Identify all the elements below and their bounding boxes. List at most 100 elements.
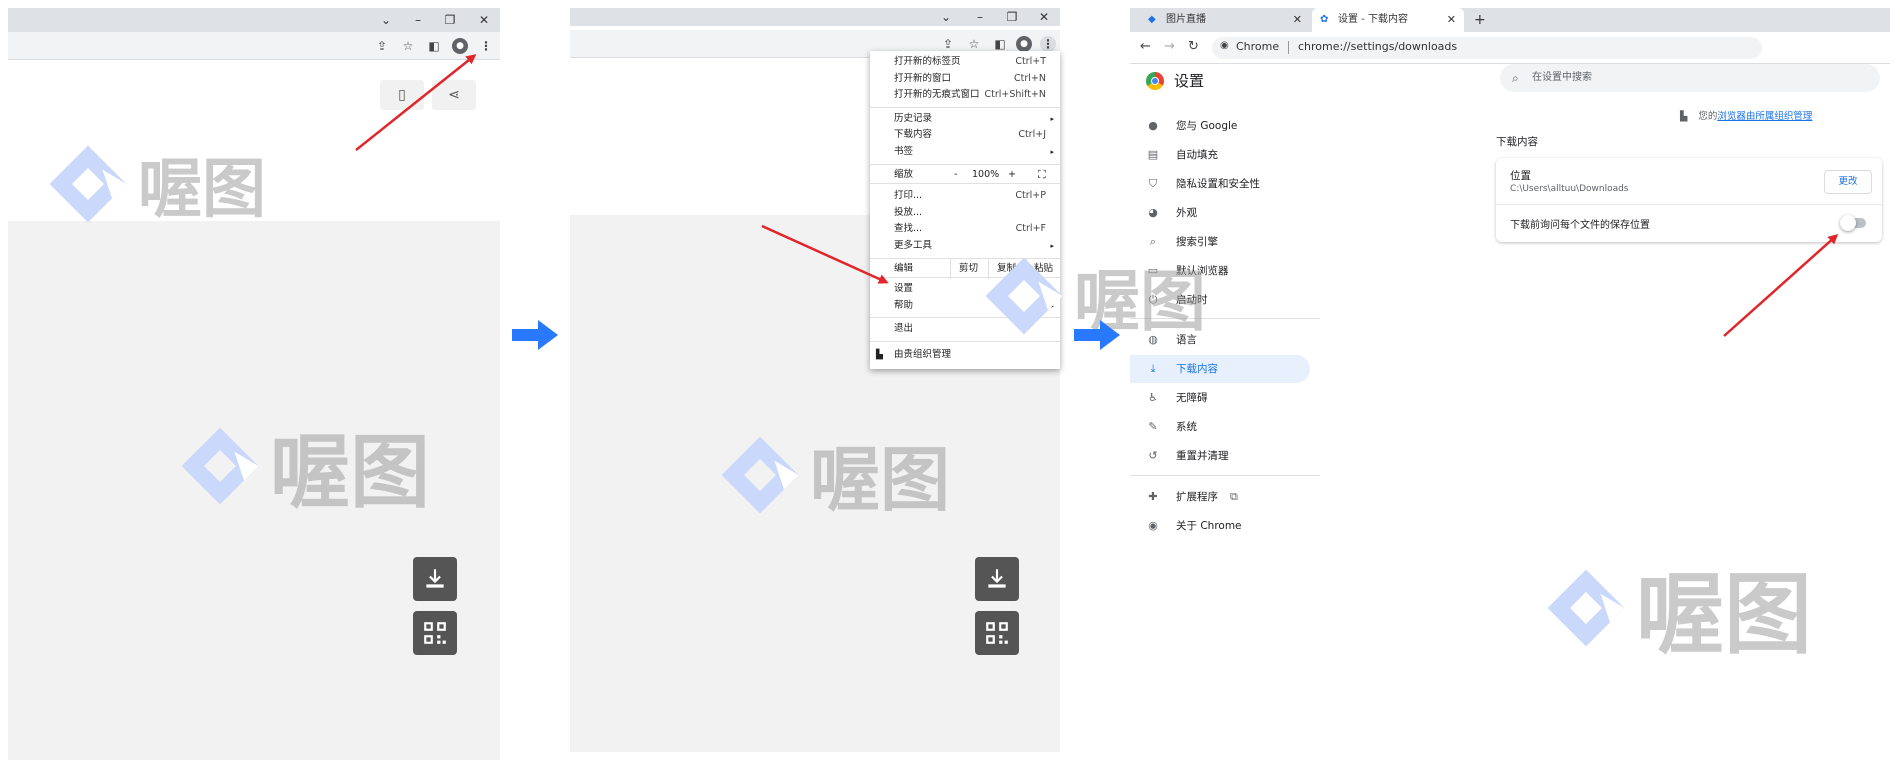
- menu-divider: [870, 106, 1060, 108]
- nav-item-accessibility[interactable]: ♿ 无障碍: [1130, 384, 1310, 412]
- tab-search-button[interactable]: ⌄: [934, 9, 958, 25]
- change-location-button[interactable]: 更改: [1824, 170, 1872, 194]
- phone-view-button[interactable]: ▯: [380, 80, 424, 110]
- menu-item-bookmarks[interactable]: 书签 ▸: [870, 144, 1060, 161]
- tutorial-stage: ⌄ – ❐ ✕ ⇪ ☆ ◧ ● ⋮ ▯ ⋖ ⌄ – ❐ ✕ ⇪ ☆ ◧ ● ⋮ …: [0, 0, 1900, 760]
- star-icon[interactable]: ☆: [966, 36, 982, 52]
- star-icon[interactable]: ☆: [400, 38, 416, 54]
- tab-search-button[interactable]: ⌄: [374, 12, 398, 28]
- nav-label: 重置并清理: [1176, 450, 1229, 462]
- menu-item-settings[interactable]: 设置: [870, 281, 1060, 298]
- menu-item-managed[interactable]: ▙ 由贵组织管理: [870, 345, 1060, 365]
- zoom-in-button[interactable]: +: [1008, 165, 1016, 185]
- copy-button[interactable]: 复制: [988, 259, 1024, 279]
- menu-item-cast[interactable]: 投放...: [870, 205, 1060, 222]
- nav-label: 无障碍: [1176, 392, 1208, 404]
- chrome-logo: [1146, 72, 1164, 90]
- new-tab-button[interactable]: +: [1474, 8, 1486, 32]
- menu-item-new-tab[interactable]: 打开新的标签页 Ctrl+T: [870, 54, 1060, 71]
- omnibox[interactable]: ◉ Chrome chrome://settings/downloads: [1212, 37, 1762, 59]
- flow-arrow-icon: [512, 320, 558, 350]
- menu-item-help[interactable]: 帮助 ▸: [870, 298, 1060, 315]
- forward-icon[interactable]: →: [1164, 39, 1175, 54]
- minimize-button[interactable]: –: [406, 12, 430, 28]
- menu-item-label: 历史记录: [894, 112, 933, 124]
- sidepanel-icon[interactable]: ◧: [426, 38, 442, 54]
- nav-item-reset[interactable]: ↺ 重置并清理: [1130, 442, 1310, 470]
- menu-item-exit[interactable]: 退出: [870, 321, 1060, 338]
- close-window-button[interactable]: ✕: [1032, 9, 1056, 25]
- tab-strip: ◆ 图片直播 ✕ ✿ 设置 - 下载内容 ✕ +: [1130, 8, 1890, 32]
- minimize-button[interactable]: –: [968, 9, 992, 25]
- nav-item-default-browser[interactable]: ▭ 默认浏览器: [1130, 257, 1310, 285]
- nav-label: 搜索引擎: [1176, 236, 1218, 248]
- menu-item-label: 打开新的窗口: [894, 72, 952, 84]
- back-icon[interactable]: ←: [1140, 39, 1151, 54]
- download-button[interactable]: [975, 557, 1019, 601]
- nav-item-search-engine[interactable]: ⌕ 搜索引擎: [1130, 228, 1310, 256]
- qrcode-icon: [424, 622, 446, 644]
- share-icon[interactable]: ⇪: [940, 36, 956, 52]
- nav-item-downloads[interactable]: ⤓ 下载内容: [1130, 355, 1310, 383]
- search-icon: ⌕: [1512, 71, 1519, 85]
- building-icon: ▙: [876, 349, 883, 360]
- menu-item-print[interactable]: 打印... Ctrl+P: [870, 188, 1060, 205]
- nav-item-system[interactable]: ✎ 系统: [1130, 413, 1310, 441]
- menu-item-incognito[interactable]: 打开新的无痕式窗口 Ctrl+Shift+N: [870, 87, 1060, 104]
- nav-item-on-startup[interactable]: ⏻ 启动时: [1130, 286, 1310, 314]
- browser-icon: ▭: [1147, 264, 1159, 277]
- restore-button[interactable]: ❐: [438, 12, 462, 28]
- nav-item-you-and-google[interactable]: ● 您与 Google: [1130, 112, 1310, 140]
- qrcode-button[interactable]: [975, 611, 1019, 655]
- zoom-value: 100%: [972, 169, 1000, 180]
- close-window-button[interactable]: ✕: [472, 12, 496, 28]
- nav-item-languages[interactable]: ◍ 语言: [1130, 326, 1310, 354]
- tab-settings-downloads[interactable]: ✿ 设置 - 下载内容 ✕: [1312, 8, 1464, 32]
- menu-item-label: 书签: [894, 145, 914, 157]
- menu-item-downloads[interactable]: 下载内容 Ctrl+J: [870, 127, 1060, 144]
- fullscreen-icon[interactable]: ⛶: [1038, 165, 1046, 185]
- ask-save-location-toggle[interactable]: [1840, 215, 1866, 231]
- menu-dots-icon[interactable]: ⋮: [1040, 36, 1056, 52]
- nav-item-autofill[interactable]: ▤ 自动填充: [1130, 141, 1310, 169]
- nav-item-appearance[interactable]: ◕ 外观: [1130, 199, 1310, 227]
- qrcode-button[interactable]: [413, 611, 457, 655]
- profile-icon[interactable]: ●: [1016, 36, 1032, 52]
- cut-button[interactable]: 剪切: [950, 259, 986, 279]
- menu-item-label: 查找...: [894, 223, 923, 234]
- nav-item-privacy[interactable]: ⛉ 隐私设置和安全性: [1130, 170, 1310, 198]
- zoom-out-button[interactable]: -: [954, 165, 957, 185]
- tab-label: 图片直播: [1166, 14, 1206, 25]
- download-button[interactable]: [413, 557, 457, 601]
- restore-button[interactable]: ❐: [1000, 9, 1024, 25]
- sidepanel-icon[interactable]: ◧: [992, 36, 1008, 52]
- menu-item-find[interactable]: 查找... Ctrl+F: [870, 221, 1060, 238]
- paste-button[interactable]: 粘贴: [1026, 259, 1060, 279]
- close-tab-icon[interactable]: ✕: [1293, 8, 1302, 32]
- menu-shortcut: Ctrl+F: [1015, 223, 1046, 234]
- edit-label: 编辑: [894, 263, 914, 274]
- palette-icon: ◕: [1148, 206, 1158, 219]
- profile-icon[interactable]: ●: [452, 38, 468, 54]
- tab-photo-live[interactable]: ◆ 图片直播 ✕: [1140, 8, 1310, 32]
- menu-dots-icon[interactable]: ⋮: [478, 38, 494, 54]
- ask-save-location-label: 下载前询问每个文件的保存位置: [1510, 220, 1650, 231]
- reload-icon[interactable]: ↻: [1188, 39, 1199, 54]
- panel-1-browser: ⌄ – ❐ ✕ ⇪ ☆ ◧ ● ⋮ ▯ ⋖: [8, 8, 500, 760]
- share-page-button[interactable]: ⋖: [432, 80, 476, 110]
- diamond-icon: ◆: [1148, 14, 1156, 25]
- share-icon[interactable]: ⇪: [374, 38, 390, 54]
- nav-item-about-chrome[interactable]: ◉ 关于 Chrome: [1130, 512, 1310, 540]
- menu-shortcut: Ctrl+N: [1014, 72, 1046, 84]
- menu-item-more-tools[interactable]: 更多工具 ▸: [870, 238, 1060, 255]
- settings-search-input[interactable]: ⌕ 在设置中搜索: [1500, 64, 1880, 92]
- close-tab-icon[interactable]: ✕: [1447, 8, 1456, 32]
- nav-item-extensions[interactable]: ✚ 扩展程序 ⧉: [1130, 483, 1310, 511]
- share-icon: ⋖: [448, 87, 460, 103]
- search-placeholder: 在设置中搜索: [1532, 72, 1592, 83]
- menu-item-new-window[interactable]: 打开新的窗口 Ctrl+N: [870, 71, 1060, 88]
- menu-item-history[interactable]: 历史记录 ▸: [870, 111, 1060, 128]
- managed-prefix: 您的: [1698, 111, 1718, 122]
- managed-link[interactable]: 浏览器由所属组织管理: [1717, 111, 1812, 122]
- nav-label: 隐私设置和安全性: [1176, 178, 1260, 190]
